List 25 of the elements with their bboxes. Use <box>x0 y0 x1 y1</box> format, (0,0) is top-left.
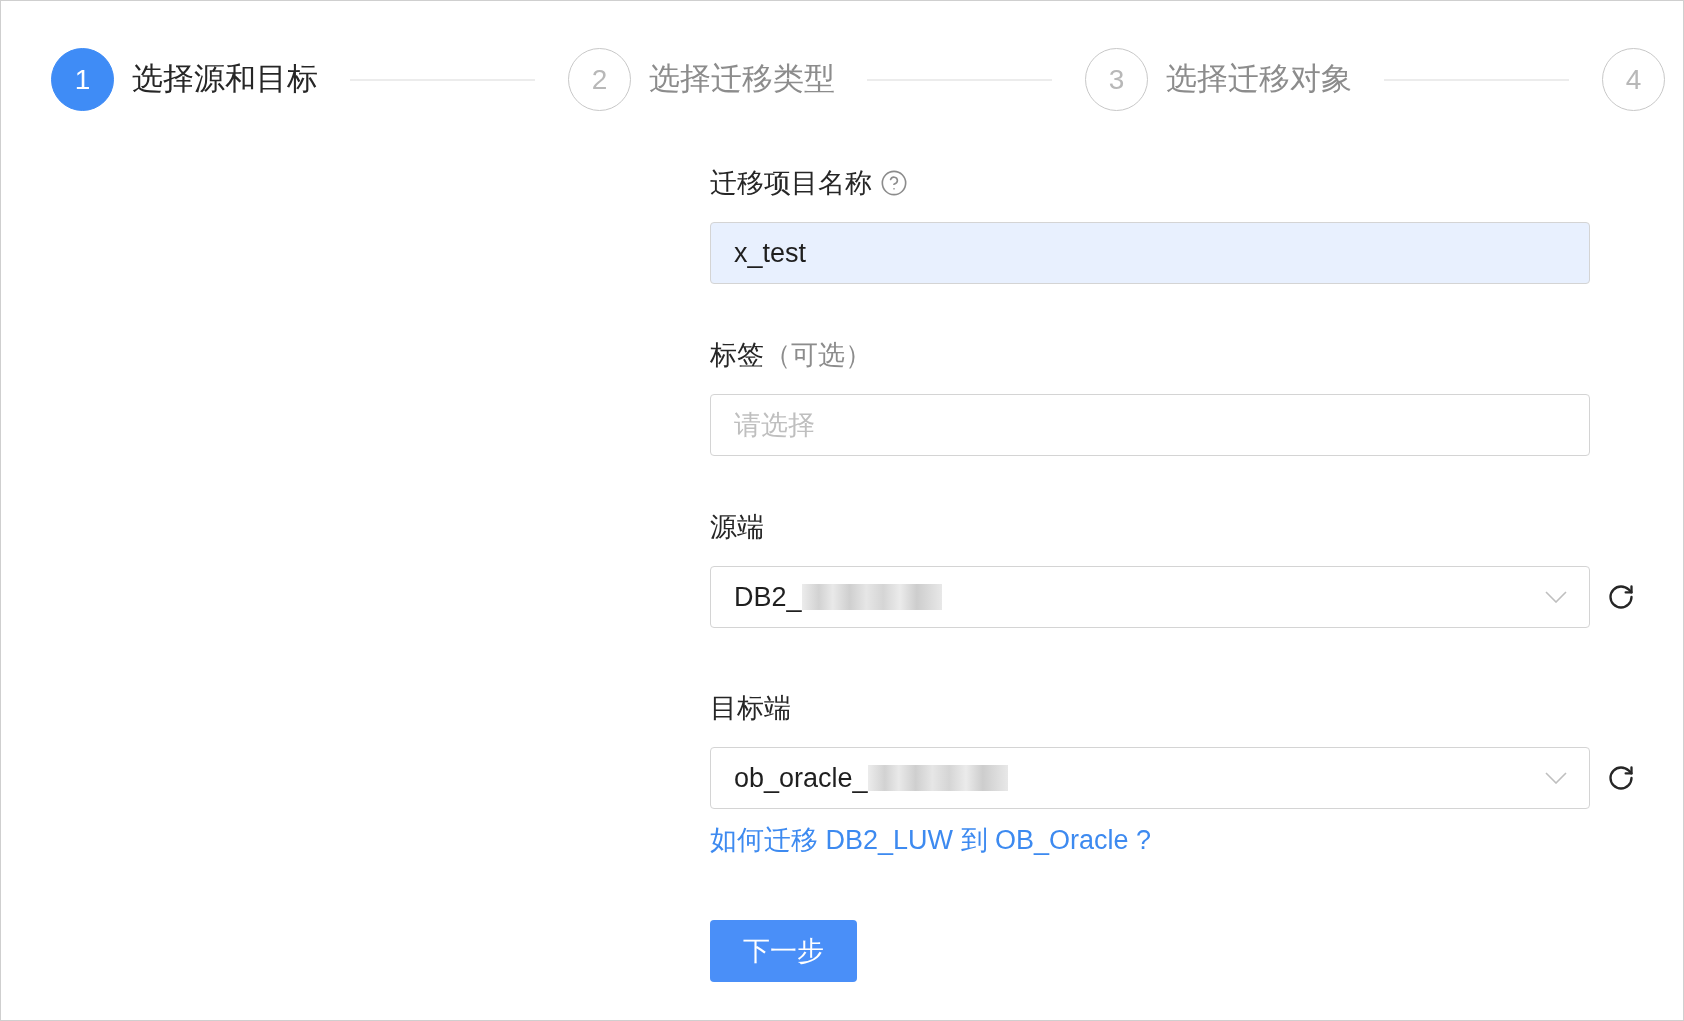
refresh-icon <box>1607 764 1635 792</box>
field-label: 源端 <box>710 510 764 544</box>
step-label: 选择源和目标 <box>132 60 318 99</box>
step-label: 选择迁移类型 <box>649 60 835 99</box>
step-label: 选择迁移对象 <box>1166 60 1352 99</box>
step-number: 4 <box>1602 48 1665 111</box>
select-value: DB2_ <box>734 580 802 614</box>
step-number: 1 <box>51 48 114 111</box>
refresh-button[interactable] <box>1607 764 1635 792</box>
select-field[interactable]: ob_oracle_ <box>710 747 1590 809</box>
help-icon[interactable] <box>880 169 908 197</box>
step-number: 3 <box>1085 48 1148 111</box>
field-label: 目标端 <box>710 691 791 725</box>
chevron-down-icon <box>1545 772 1567 784</box>
select-field[interactable]: DB2_ <box>710 566 1590 628</box>
refresh-button[interactable] <box>1607 583 1635 611</box>
text-input[interactable]: 请选择 <box>710 394 1590 456</box>
text-input[interactable]: x_test <box>710 222 1590 284</box>
optional-note: （可选） <box>764 338 872 372</box>
field-label: 标签 <box>710 338 764 372</box>
refresh-icon <box>1607 583 1635 611</box>
select-value: ob_oracle_ <box>734 761 868 795</box>
chevron-down-icon <box>1545 591 1567 603</box>
field-label: 迁移项目名称 <box>710 166 872 200</box>
step-number: 2 <box>568 48 631 111</box>
